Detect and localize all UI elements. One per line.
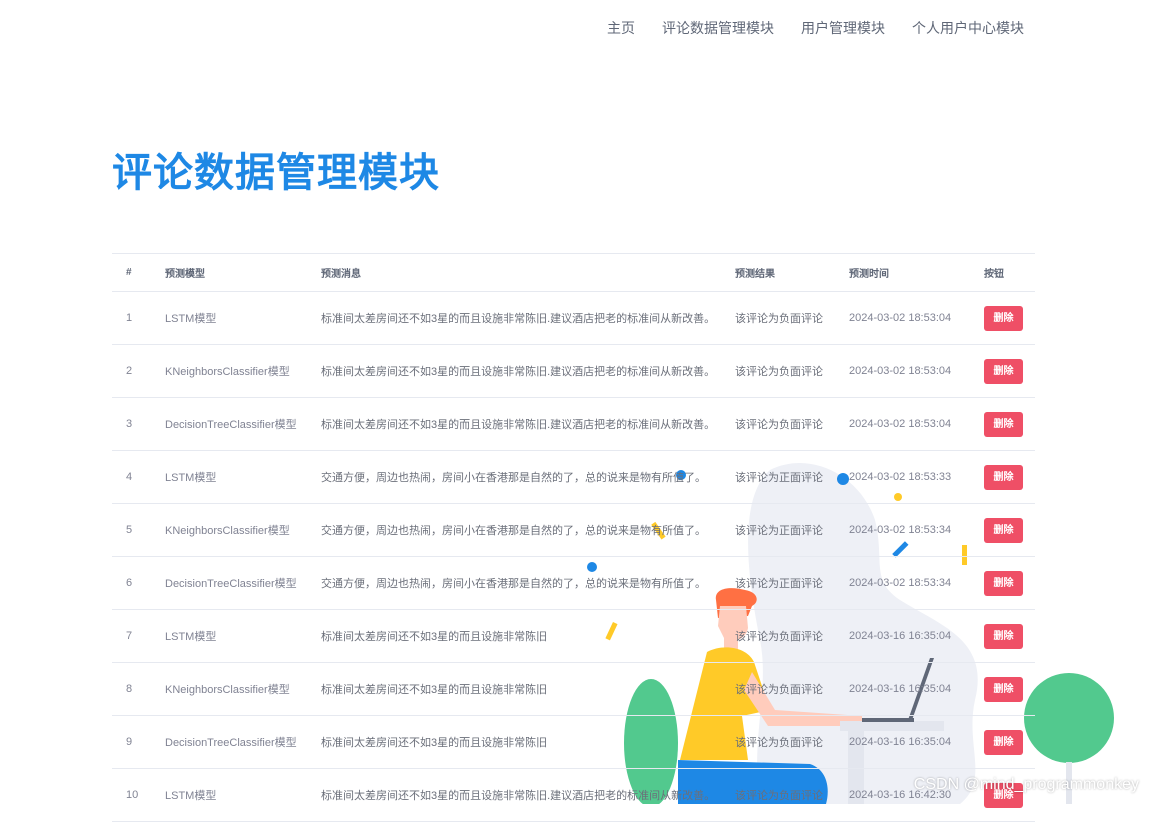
row-index: 6 xyxy=(112,556,151,610)
nav-comment-data-link[interactable]: 评论数据管理模块 xyxy=(662,18,774,38)
row-model: LSTM模型 xyxy=(151,291,307,345)
row-result: 该评论为正面评论 xyxy=(721,556,835,610)
table-row: 10 LSTM模型 标准间太差房间还不如3星的而且设施非常陈旧.建议酒店把老的标… xyxy=(112,768,1035,822)
page-title: 评论数据管理模块 xyxy=(112,150,440,196)
row-actions: 删除 xyxy=(970,609,1035,663)
row-result: 该评论为负面评论 xyxy=(721,715,835,769)
row-time: 2024-03-02 18:53:34 xyxy=(835,503,970,557)
row-message: 标准间太差房间还不如3星的而且设施非常陈旧.建议酒店把老的标准间从新改善。 xyxy=(307,291,721,345)
row-result: 该评论为负面评论 xyxy=(721,344,835,398)
row-result: 该评论为负面评论 xyxy=(721,291,835,345)
table-row: 8 KNeighborsClassifier模型 标准间太差房间还不如3星的而且… xyxy=(112,662,1035,716)
row-index: 1 xyxy=(112,291,151,345)
nav-user-management-link[interactable]: 用户管理模块 xyxy=(801,18,885,38)
row-actions: 删除 xyxy=(970,503,1035,557)
row-time: 2024-03-02 18:53:33 xyxy=(835,450,970,504)
row-time: 2024-03-02 18:53:04 xyxy=(835,397,970,451)
row-message: 标准间太差房间还不如3星的而且设施非常陈旧.建议酒店把老的标准间从新改善。 xyxy=(307,344,721,398)
row-message: 标准间太差房间还不如3星的而且设施非常陈旧.建议酒店把老的标准间从新改善。 xyxy=(307,768,721,822)
row-time: 2024-03-02 18:53:04 xyxy=(835,344,970,398)
row-index: 5 xyxy=(112,503,151,557)
row-result: 该评论为负面评论 xyxy=(721,662,835,716)
delete-button[interactable]: 删除 xyxy=(984,358,1023,384)
row-model: KNeighborsClassifier模型 xyxy=(151,662,307,716)
table-row: 1 LSTM模型 标准间太差房间还不如3星的而且设施非常陈旧.建议酒店把老的标准… xyxy=(112,291,1035,345)
table-row: 3 DecisionTreeClassifier模型 标准间太差房间还不如3星的… xyxy=(112,397,1035,451)
row-index: 7 xyxy=(112,609,151,663)
row-time: 2024-03-16 16:35:04 xyxy=(835,662,970,716)
row-actions: 删除 xyxy=(970,450,1035,504)
column-header-result: 预测结果 xyxy=(721,253,835,292)
delete-button[interactable]: 删除 xyxy=(984,676,1023,702)
csdn-watermark: CSDN @mind_programmonkey xyxy=(913,776,1139,793)
row-result: 该评论为正面评论 xyxy=(721,503,835,557)
row-index: 10 xyxy=(112,768,151,822)
top-nav: 主页 评论数据管理模块 用户管理模块 个人用户中心模块 xyxy=(607,18,1024,38)
column-header-button: 按钮 xyxy=(970,253,1035,292)
delete-button[interactable]: 删除 xyxy=(984,517,1023,543)
row-message: 标准间太差房间还不如3星的而且设施非常陈旧 xyxy=(307,715,721,769)
row-model: DecisionTreeClassifier模型 xyxy=(151,397,307,451)
delete-button[interactable]: 删除 xyxy=(984,623,1023,649)
row-message: 交通方便，周边也热闹，房间小在香港那是自然的了，总的说来是物有所值了。 xyxy=(307,503,721,557)
table-header-row: # 预测模型 预测消息 预测结果 预测时间 按钮 xyxy=(112,253,1035,292)
row-result: 该评论为负面评论 xyxy=(721,768,835,822)
row-message: 标准间太差房间还不如3星的而且设施非常陈旧.建议酒店把老的标准间从新改善。 xyxy=(307,397,721,451)
row-message: 标准间太差房间还不如3星的而且设施非常陈旧 xyxy=(307,609,721,663)
delete-button[interactable]: 删除 xyxy=(984,305,1023,331)
column-header-message: 预测消息 xyxy=(307,253,721,292)
row-index: 4 xyxy=(112,450,151,504)
row-model: LSTM模型 xyxy=(151,450,307,504)
row-result: 该评论为负面评论 xyxy=(721,397,835,451)
row-model: KNeighborsClassifier模型 xyxy=(151,344,307,398)
row-actions: 删除 xyxy=(970,291,1035,345)
prediction-table: # 预测模型 预测消息 预测结果 预测时间 按钮 1 LSTM模型 标准间太差房… xyxy=(112,253,1035,822)
nav-user-center-link[interactable]: 个人用户中心模块 xyxy=(912,18,1024,38)
row-time: 2024-03-02 18:53:04 xyxy=(835,291,970,345)
row-actions: 删除 xyxy=(970,662,1035,716)
table-row: 4 LSTM模型 交通方便，周边也热闹，房间小在香港那是自然的了，总的说来是物有… xyxy=(112,450,1035,504)
row-model: DecisionTreeClassifier模型 xyxy=(151,556,307,610)
row-model: KNeighborsClassifier模型 xyxy=(151,503,307,557)
row-index: 3 xyxy=(112,397,151,451)
row-actions: 删除 xyxy=(970,397,1035,451)
row-index: 9 xyxy=(112,715,151,769)
row-model: DecisionTreeClassifier模型 xyxy=(151,715,307,769)
table-row: 6 DecisionTreeClassifier模型 交通方便，周边也热闹，房间… xyxy=(112,556,1035,610)
table-row: 7 LSTM模型 标准间太差房间还不如3星的而且设施非常陈旧 该评论为负面评论 … xyxy=(112,609,1035,663)
delete-button[interactable]: 删除 xyxy=(984,729,1023,755)
delete-button[interactable]: 删除 xyxy=(984,570,1023,596)
row-time: 2024-03-02 18:53:34 xyxy=(835,556,970,610)
row-message: 标准间太差房间还不如3星的而且设施非常陈旧 xyxy=(307,662,721,716)
row-message: 交通方便，周边也热闹，房间小在香港那是自然的了，总的说来是物有所值了。 xyxy=(307,556,721,610)
row-actions: 删除 xyxy=(970,556,1035,610)
delete-button[interactable]: 删除 xyxy=(984,464,1023,490)
column-header-model: 预测模型 xyxy=(151,253,307,292)
row-time: 2024-03-16 16:35:04 xyxy=(835,715,970,769)
table-row: 9 DecisionTreeClassifier模型 标准间太差房间还不如3星的… xyxy=(112,715,1035,769)
row-index: 2 xyxy=(112,344,151,398)
table-row: 5 KNeighborsClassifier模型 交通方便，周边也热闹，房间小在… xyxy=(112,503,1035,557)
row-index: 8 xyxy=(112,662,151,716)
column-header-time: 预测时间 xyxy=(835,253,970,292)
row-actions: 删除 xyxy=(970,715,1035,769)
delete-button[interactable]: 删除 xyxy=(984,411,1023,437)
row-message: 交通方便，周边也热闹，房间小在香港那是自然的了，总的说来是物有所值了。 xyxy=(307,450,721,504)
nav-home-link[interactable]: 主页 xyxy=(607,18,635,38)
row-result: 该评论为正面评论 xyxy=(721,450,835,504)
row-model: LSTM模型 xyxy=(151,768,307,822)
table-row: 2 KNeighborsClassifier模型 标准间太差房间还不如3星的而且… xyxy=(112,344,1035,398)
tree-canopy xyxy=(1024,673,1114,763)
column-header-index: # xyxy=(112,253,151,292)
row-result: 该评论为负面评论 xyxy=(721,609,835,663)
row-time: 2024-03-16 16:35:04 xyxy=(835,609,970,663)
row-actions: 删除 xyxy=(970,344,1035,398)
row-model: LSTM模型 xyxy=(151,609,307,663)
